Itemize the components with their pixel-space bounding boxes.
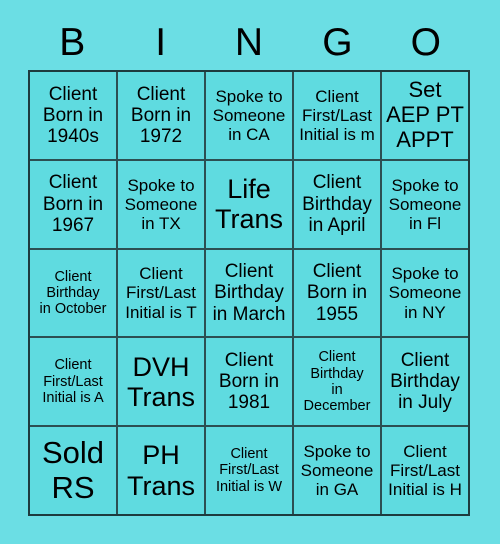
bingo-cell[interactable]: Sold RS <box>30 427 116 514</box>
bingo-cell-label: Client First/Last Initial is W <box>215 446 283 495</box>
bingo-cell[interactable]: Client Birthday in April <box>294 160 380 248</box>
bingo-cell[interactable]: Client Born in 1967 <box>30 160 116 248</box>
bingo-cell[interactable]: Client First/Last Initial is W <box>206 427 292 514</box>
bingo-cell[interactable]: Client Born in 1940s <box>30 72 116 159</box>
bingo-cell[interactable]: Client Birthday in October <box>30 249 116 337</box>
bingo-cell-label: Client Birthday in March <box>212 261 286 325</box>
bingo-cell-label: Spoke to Someone in CA <box>212 86 286 144</box>
bingo-cell[interactable]: Client Born in 1981 <box>206 338 292 426</box>
bingo-header: B I N G O <box>28 14 470 70</box>
bingo-cell-label: Spoke to Someone in GA <box>300 442 374 500</box>
bingo-cell[interactable]: Spoke to Someone in CA <box>206 72 292 159</box>
bingo-cell[interactable]: Spoke to Someone in GA <box>294 427 380 514</box>
bingo-cell-label: Client Born in 1972 <box>130 83 192 148</box>
bingo-cell-label: Sold RS <box>41 434 105 505</box>
bingo-cell[interactable]: Spoke to Someone in TX <box>118 160 204 248</box>
bingo-cell[interactable]: Spoke to Someone in Fl <box>382 160 468 248</box>
bingo-header-letter-o: O <box>410 20 441 64</box>
bingo-cell[interactable]: PH Trans <box>118 427 204 514</box>
bingo-cell-label: PH Trans <box>126 440 195 501</box>
bingo-cell-label: Client Born in 1967 <box>42 172 104 236</box>
bingo-cell[interactable]: Client Birthday in December <box>294 338 380 426</box>
bingo-grid: Client Born in 1940s Client Born in 1972 S… <box>28 70 470 516</box>
bingo-cell[interactable]: Set AEP PT APPT <box>382 72 468 159</box>
bingo-header-letter-b: B <box>59 20 86 64</box>
bingo-cell-label: Client Birthday in July <box>390 349 460 414</box>
bingo-cell-label: DVH Trans <box>126 351 195 412</box>
bingo-cell[interactable]: Client First/Last Initial is A <box>30 338 116 426</box>
bingo-cell-label: Client First/Last Initial is H <box>388 442 462 500</box>
bingo-cell-label: Client First/Last Initial is A <box>42 357 104 406</box>
bingo-header-letter-n: N <box>234 20 264 64</box>
bingo-cell-label: Spoke to Someone in NY <box>388 264 462 322</box>
bingo-cell-label: Client First/Last Initial is m <box>299 86 375 144</box>
bingo-cell-label: Set AEP PT APPT <box>386 77 464 152</box>
bingo-cell-label: Client Born in 1955 <box>306 261 368 325</box>
bingo-cell[interactable]: Client First/Last Initial is T <box>118 249 204 337</box>
bingo-cell-label: Client Birthday in April <box>302 172 372 236</box>
bingo-cell[interactable]: Client Born in 1955 <box>294 249 380 337</box>
bingo-cell[interactable]: DVH Trans <box>118 338 204 426</box>
bingo-cell[interactable]: Client First/Last Initial is H <box>382 427 468 514</box>
bingo-header-letter-g: G <box>322 20 353 64</box>
bingo-cell-label: Client Born in 1940s <box>42 83 104 148</box>
bingo-header-letter-i: I <box>155 20 167 64</box>
bingo-card: B I N G O Client Born in 1940s Client Bor… <box>0 0 500 544</box>
bingo-cell[interactable]: Client Born in 1972 <box>118 72 204 159</box>
bingo-cell[interactable]: Client Birthday in March <box>206 249 292 337</box>
bingo-cell-label: Spoke to Someone in TX <box>124 175 198 233</box>
bingo-cell-label: Client Birthday in December <box>303 349 371 415</box>
bingo-cell-label: Client Born in 1981 <box>218 349 280 414</box>
bingo-cell[interactable]: Client Birthday in July <box>382 338 468 426</box>
bingo-cell-label: Client First/Last Initial is T <box>125 264 197 322</box>
bingo-cell[interactable]: Spoke to Someone in NY <box>382 249 468 337</box>
bingo-cell-label: Life Trans <box>214 173 283 235</box>
bingo-cell-label: Client Birthday in October <box>39 268 107 318</box>
bingo-cell-label: Spoke to Someone in Fl <box>388 175 462 233</box>
bingo-cell[interactable]: Life Trans <box>206 160 292 248</box>
bingo-cell[interactable]: Client First/Last Initial is m <box>294 72 380 159</box>
